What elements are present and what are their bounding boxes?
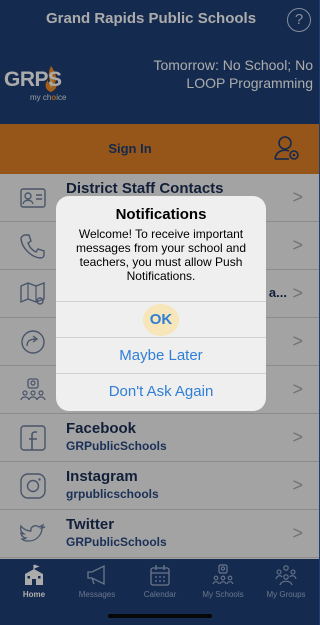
ok-button-label: OK <box>149 311 173 328</box>
alert-title: Notifications <box>115 206 207 223</box>
ok-button[interactable]: OK <box>56 301 266 337</box>
notifications-alert: Notifications Welcome! To receive import… <box>56 196 266 411</box>
maybe-later-button[interactable]: Maybe Later <box>56 337 266 373</box>
dont-ask-again-button[interactable]: Don't Ask Again <box>56 373 266 409</box>
alert-message: Welcome! To receive important messages f… <box>75 227 247 283</box>
